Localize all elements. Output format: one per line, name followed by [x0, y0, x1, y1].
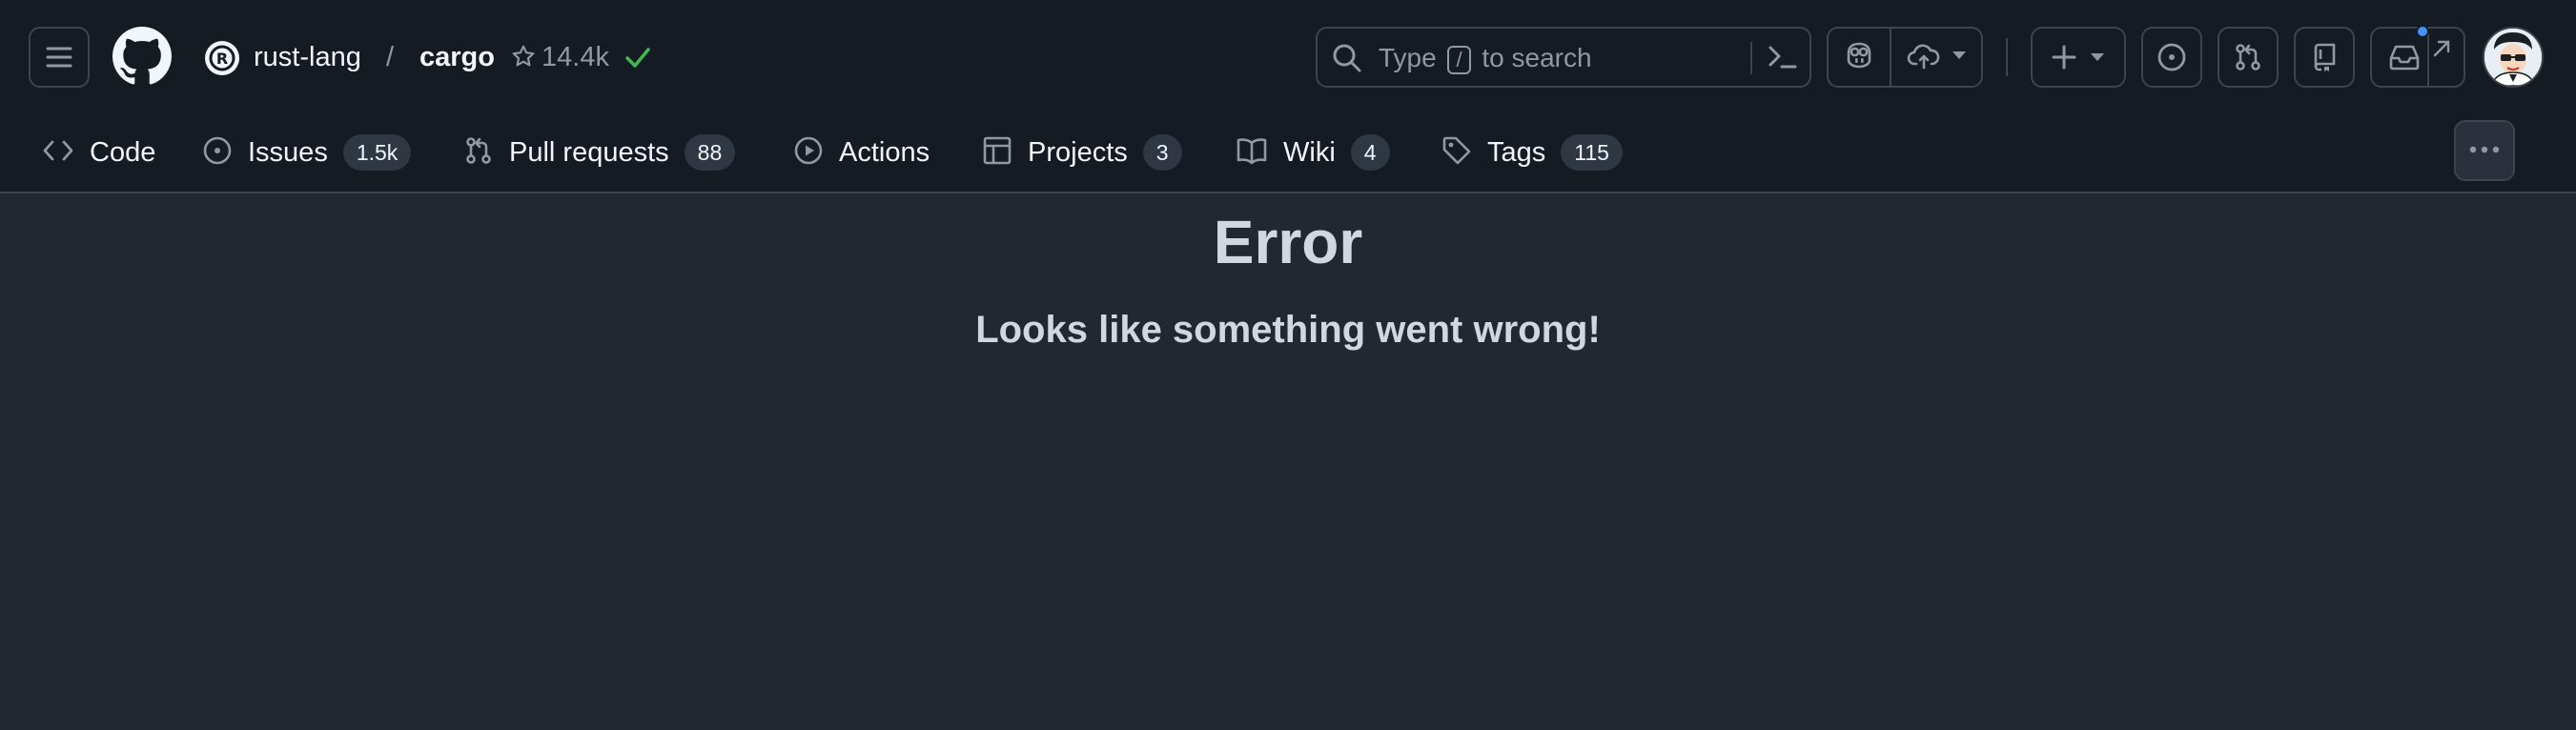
- book-icon: [1236, 136, 1268, 170]
- projects-count-badge: 3: [1142, 134, 1182, 171]
- tab-actions[interactable]: Actions: [793, 130, 930, 175]
- tab-issues[interactable]: Issues 1.5k: [202, 130, 412, 175]
- tab-label: Code: [90, 136, 156, 168]
- open-menu-button[interactable]: [29, 27, 90, 88]
- issues-count-badge: 1.5k: [342, 134, 412, 171]
- owner-avatar: R: [204, 40, 240, 76]
- user-avatar[interactable]: [2483, 27, 2544, 88]
- search-divider: [1750, 42, 1752, 74]
- wiki-count-badge: 4: [1350, 134, 1390, 171]
- repo-icon: [2310, 42, 2339, 72]
- issue-opened-icon: [202, 135, 233, 171]
- tab-label: Pull requests: [509, 136, 669, 168]
- tab-pull-requests[interactable]: Pull requests 88: [463, 130, 736, 175]
- table-icon: [982, 135, 1012, 171]
- play-icon: [793, 135, 824, 171]
- github-logo[interactable]: [112, 27, 172, 86]
- search-placeholder: Type / to search: [1379, 40, 1592, 76]
- create-new-button[interactable]: [2031, 27, 2126, 88]
- tab-label: Actions: [839, 136, 930, 168]
- check-icon: [624, 44, 652, 75]
- copilot-button[interactable]: [1829, 29, 1890, 86]
- chevron-down-icon: [1951, 49, 1968, 66]
- more-tabs-button[interactable]: [2454, 120, 2515, 181]
- inbox-icon: [2388, 43, 2421, 71]
- unread-notification-indicator: [2416, 25, 2429, 38]
- arrow-up-right-icon: [2431, 38, 2452, 59]
- cloud-icon: [1907, 41, 1941, 74]
- svg-text:R: R: [216, 50, 228, 68]
- error-title: Error: [1213, 208, 1363, 276]
- command-palette-icon[interactable]: [1766, 40, 1800, 79]
- tab-projects[interactable]: Projects 3: [982, 130, 1182, 175]
- tab-wiki[interactable]: Wiki 4: [1236, 130, 1390, 175]
- code-icon: [42, 136, 74, 170]
- global-nav: R rust-lang / cargo 14.4k Type / to sear…: [0, 0, 2576, 114]
- toolbar-divider: [2006, 38, 2008, 76]
- search-prefix: Type: [1379, 43, 1437, 72]
- search-icon: [1331, 42, 1363, 79]
- git-pull-request-icon: [2233, 42, 2263, 72]
- tab-label: Wiki: [1283, 136, 1336, 168]
- tags-count-badge: 115: [1561, 134, 1623, 171]
- error-message: Looks like something went wrong!: [975, 309, 1601, 351]
- repo-name-link[interactable]: cargo: [419, 38, 495, 76]
- plus-icon: [2051, 44, 2077, 71]
- pull-requests-count-badge: 88: [684, 134, 736, 171]
- breadcrumb-separator: /: [386, 42, 395, 72]
- repo-owner-link[interactable]: rust-lang: [254, 38, 361, 76]
- star-count[interactable]: 14.4k: [542, 38, 609, 76]
- tab-code[interactable]: Code: [42, 130, 155, 175]
- your-issues-button[interactable]: [2141, 27, 2202, 88]
- tab-label: Tags: [1487, 136, 1546, 168]
- search-suffix: to search: [1482, 43, 1592, 72]
- repositories-button[interactable]: [2294, 27, 2355, 88]
- search-shortcut-key: /: [1447, 46, 1471, 74]
- tab-label: Projects: [1028, 136, 1128, 168]
- your-pull-requests-button[interactable]: [2218, 27, 2279, 88]
- git-pull-request-icon: [463, 135, 494, 171]
- issue-opened-icon: [2157, 42, 2187, 72]
- app-header: R rust-lang / cargo 14.4k Type / to sear…: [0, 0, 2576, 193]
- hamburger-icon: [45, 45, 73, 70]
- tag-icon: [1441, 135, 1472, 171]
- inbox-split-divider: [2427, 29, 2429, 86]
- chevron-down-icon: [2089, 51, 2106, 63]
- copilot-menu-button[interactable]: [1891, 29, 1983, 86]
- kebab-horizontal-icon: [2468, 142, 2501, 159]
- copilot-icon: [1843, 39, 1875, 76]
- tab-tags[interactable]: Tags 115: [1441, 130, 1623, 175]
- repo-tab-bar: Code Issues 1.5k Pull requests 88 Action…: [0, 114, 2576, 193]
- tab-label: Issues: [248, 136, 328, 168]
- star-icon[interactable]: [511, 44, 536, 73]
- search-input[interactable]: Type / to search: [1316, 27, 1811, 88]
- copilot-button-group: [1827, 27, 1983, 88]
